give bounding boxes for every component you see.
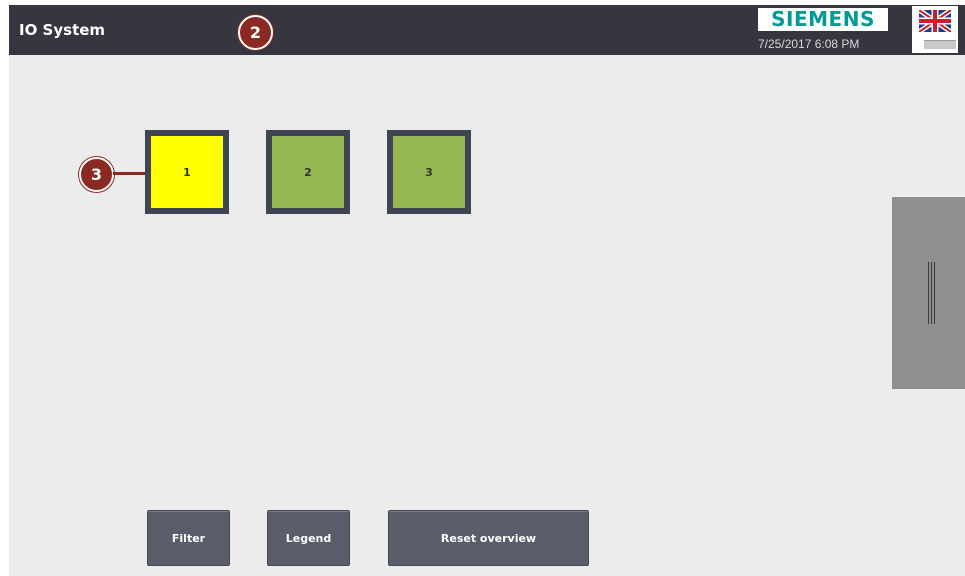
side-panel-handle[interactable] — [892, 197, 965, 389]
device-label: 1 — [183, 165, 191, 179]
callout-marker-3: 3 — [79, 157, 114, 192]
siemens-logo: SIEMENS — [758, 8, 888, 31]
uk-flag-icon — [919, 10, 951, 32]
device-tile-1[interactable]: 1 — [145, 130, 229, 214]
grip-handle-icon — [934, 262, 935, 324]
grip-handle-icon — [931, 262, 932, 324]
legend-button[interactable]: Legend — [267, 510, 350, 566]
language-selector-bar — [924, 40, 956, 49]
page-title: IO System — [19, 21, 106, 39]
device-tile-2[interactable]: 2 — [266, 130, 350, 214]
device-tile-3[interactable]: 3 — [387, 130, 471, 214]
callout-leader-line — [113, 172, 145, 175]
callout-marker-2: 2 — [238, 15, 273, 50]
device-label: 3 — [425, 165, 433, 179]
language-switch-button[interactable] — [912, 6, 958, 53]
device-label: 2 — [304, 165, 312, 179]
reset-overview-button[interactable]: Reset overview — [388, 510, 589, 566]
header-bar: IO System 2 SIEMENS 7/25/2017 6:08 PM — [9, 5, 965, 55]
brand-logo-text: SIEMENS — [771, 7, 875, 31]
filter-button[interactable]: Filter — [147, 510, 230, 566]
grip-handle-icon — [928, 262, 929, 324]
hmi-screen: IO System 2 SIEMENS 7/25/2017 6:08 PM 3 … — [9, 5, 965, 576]
date-time-display: 7/25/2017 6:08 PM — [758, 37, 860, 51]
